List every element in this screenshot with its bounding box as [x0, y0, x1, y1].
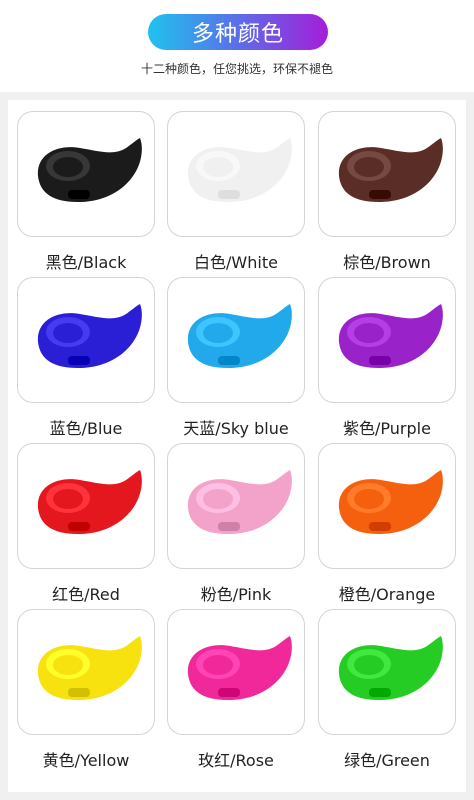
earbud-cover-image	[338, 636, 443, 700]
earbud-slot	[369, 190, 391, 199]
earbud-ring-inner	[354, 323, 384, 343]
color-label: 橙色/Orange	[338, 585, 436, 604]
earbud-cover-image	[187, 636, 292, 700]
earbud-slot	[68, 522, 90, 531]
earbud-ring-inner	[203, 489, 233, 509]
earbud-slot	[218, 356, 240, 365]
color-label: 玫红/Rose	[198, 751, 274, 770]
earbud-ring-inner	[203, 655, 233, 675]
color-swatch-card	[167, 277, 305, 403]
color-swatch-card	[17, 277, 155, 403]
earbud-ring-inner	[53, 157, 83, 177]
color-swatch-card	[17, 443, 155, 569]
color-label: 蓝色/Blue	[49, 419, 123, 438]
earbud-cover-image	[37, 138, 142, 202]
color-label: 天蓝/Sky blue	[183, 419, 289, 438]
earbud-slot	[68, 190, 90, 199]
color-swatch-card	[167, 609, 305, 735]
earbud-cover-image	[37, 304, 142, 368]
earbud-slot	[68, 688, 90, 697]
earbud-cover-image	[37, 470, 142, 534]
earbud-ring-inner	[203, 157, 233, 177]
subtitle: 十二种颜色，任您挑选，环保不褪色	[140, 62, 333, 76]
color-swatch-card	[17, 111, 155, 237]
earbud-ring-inner	[53, 323, 83, 343]
earbud-cover-image	[37, 636, 142, 700]
earbud-slot	[68, 356, 90, 365]
earbud-slot	[218, 688, 240, 697]
color-swatch-card	[318, 111, 456, 237]
color-label: 绿色/Green	[344, 751, 430, 770]
color-swatch-card	[318, 277, 456, 403]
page-title: 多种颜色	[191, 22, 284, 47]
earbud-cover-image	[338, 470, 443, 534]
earbud-cover-image	[187, 470, 292, 534]
color-swatch-card	[17, 609, 155, 735]
earbud-ring-inner	[203, 323, 233, 343]
earbud-ring-inner	[53, 655, 83, 675]
color-label: 紫色/Purple	[343, 419, 431, 438]
earbud-slot	[369, 688, 391, 697]
earbud-slot	[369, 356, 391, 365]
earbud-cover-image	[187, 304, 292, 368]
earbud-cover-image	[187, 138, 292, 202]
title-pill: 多种颜色	[148, 14, 328, 50]
color-panel: 黑色/Black 白色/White 棕色/Brown 蓝色/Blue 天蓝/Sky bl…	[0, 92, 474, 800]
color-swatch-card	[318, 609, 456, 735]
color-swatch-card	[167, 111, 305, 237]
color-label: 白色/White	[194, 253, 278, 272]
earbud-cover-image	[338, 304, 443, 368]
color-label: 黄色/Yellow	[42, 751, 130, 770]
color-label: 红色/Red	[52, 585, 120, 604]
color-swatch-card	[167, 443, 305, 569]
color-grid: 黑色/Black 白色/White 棕色/Brown 蓝色/Blue 天蓝/Sky bl…	[8, 100, 466, 792]
color-label: 粉色/Pink	[200, 585, 272, 604]
earbud-ring-inner	[53, 489, 83, 509]
color-label: 黑色/Black	[45, 253, 127, 272]
earbud-ring-inner	[354, 655, 384, 675]
header: 多种颜色 十二种颜色，任您挑选，环保不褪色	[0, 0, 474, 92]
earbud-slot	[369, 522, 391, 531]
earbud-ring-inner	[354, 157, 384, 177]
earbud-slot	[218, 190, 240, 199]
color-label: 棕色/Brown	[343, 253, 431, 272]
earbud-ring-inner	[354, 489, 384, 509]
earbud-cover-image	[338, 138, 443, 202]
color-swatch-card	[318, 443, 456, 569]
earbud-slot	[218, 522, 240, 531]
